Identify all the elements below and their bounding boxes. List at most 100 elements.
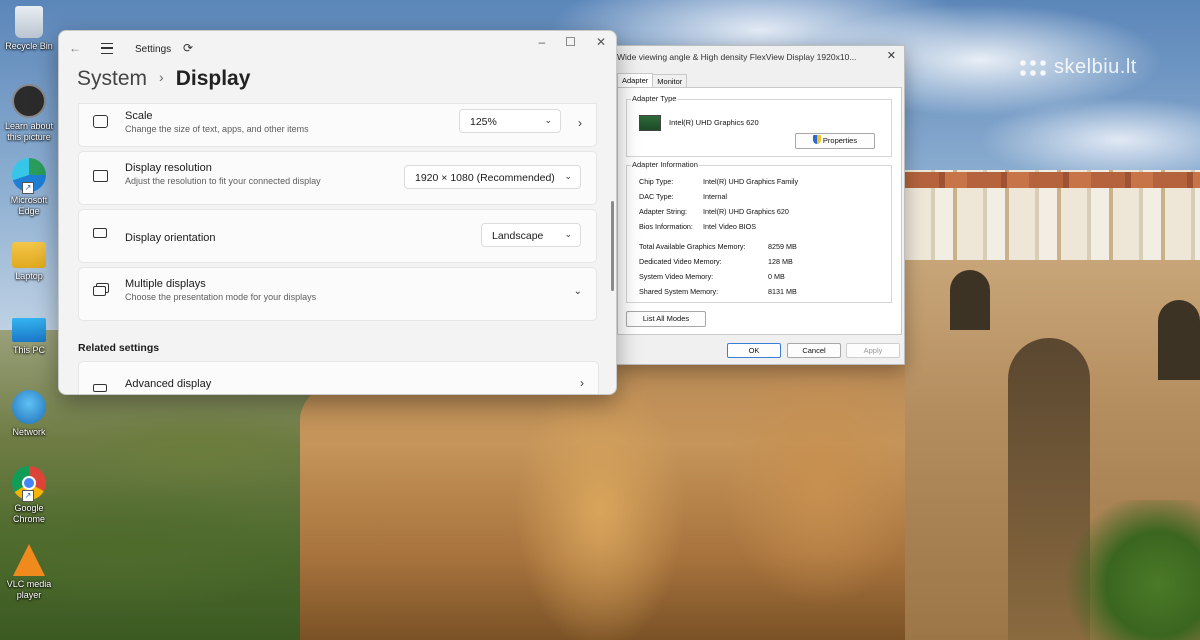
info-key: Bios Information: [639, 222, 693, 231]
maximize-icon[interactable]: ☐ [565, 35, 576, 49]
tab-monitor[interactable]: Monitor [652, 74, 688, 88]
trees [1060, 500, 1200, 640]
dropdown-value: Landscape [492, 230, 544, 242]
setting-advanced-display[interactable]: Advanced display › [78, 361, 599, 394]
setting-display-resolution: Display resolution Adjust the resolution… [78, 151, 597, 205]
group-label: Adapter Type [631, 94, 678, 103]
list-all-modes-button[interactable]: List All Modes [626, 311, 706, 327]
desktop-icon-chrome[interactable]: ↗ Google Chrome [0, 466, 58, 525]
dropdown-value: 1920 × 1080 (Recommended) [415, 172, 555, 184]
chevron-down-icon: ⌄ [544, 115, 552, 125]
setting-title: Multiple displays [125, 278, 206, 290]
setting-multiple-displays[interactable]: Multiple displays Choose the presentatio… [78, 267, 597, 321]
info-value: Intel Video BIOS [703, 222, 757, 231]
chevron-down-icon: ⌄ [573, 286, 582, 297]
info-row: Bios Information: Intel Video BIOS [639, 222, 756, 231]
desktop-icon-this-pc[interactable]: This PC [0, 312, 58, 356]
adapter-panel: Adapter Type Intel(R) UHD Graphics 620 P… [617, 87, 902, 335]
window-controls: – ☐ ✕ [538, 35, 606, 49]
desktop-icon-label: Learn about this picture [4, 121, 54, 142]
memory-key: Dedicated Video Memory: [639, 257, 722, 266]
hamburger-menu-icon[interactable] [101, 43, 113, 54]
info-key: DAC Type: [639, 192, 674, 201]
chevron-down-icon: ⌄ [564, 229, 572, 239]
resolution-dropdown[interactable]: 1920 × 1080 (Recommended) ⌄ [404, 165, 581, 189]
learn-icon [12, 84, 46, 118]
edge-icon: ↗ [12, 158, 46, 194]
shortcut-arrow-icon: ↗ [22, 182, 34, 194]
close-icon[interactable]: ✕ [596, 35, 606, 49]
setting-scale[interactable]: Scale Change the size of text, apps, and… [78, 103, 597, 147]
scale-dropdown[interactable]: 125% ⌄ [459, 109, 561, 133]
chrome-icon: ↗ [12, 466, 46, 502]
resolution-icon [93, 170, 108, 182]
dropdown-value: 125% [470, 116, 497, 128]
desktop-icon-network[interactable]: Network [0, 390, 58, 438]
adapter-type-group: Adapter Type Intel(R) UHD Graphics 620 P… [626, 94, 892, 157]
scrollbar[interactable] [611, 201, 614, 291]
breadcrumb: System › Display [77, 67, 250, 91]
window-title: Settings [135, 44, 172, 55]
monitor-icon [12, 318, 46, 342]
info-value: Intel(R) UHD Graphics Family [703, 177, 799, 186]
memory-key: System Video Memory: [639, 272, 714, 281]
info-row: DAC Type: Internal [639, 192, 727, 201]
desktop-icon-label: VLC media player [6, 579, 52, 600]
desktop-icon-label: Network [12, 427, 46, 437]
memory-row: Shared System Memory: 8131 MB [639, 287, 797, 296]
chevron-right-icon: › [580, 376, 584, 390]
advanced-display-icon [93, 384, 107, 392]
memory-row: System Video Memory: 0 MB [639, 272, 785, 281]
desktop-icon-recycle-bin[interactable]: Recycle Bin [0, 6, 58, 52]
desktop-icon-edge[interactable]: ↗ Microsoft Edge [0, 158, 58, 217]
memory-value: 8259 MB [768, 242, 797, 251]
desktop-icon-label: Microsoft Edge [10, 195, 48, 216]
town-roofs [905, 172, 1200, 188]
shortcut-arrow-icon: ↗ [22, 490, 34, 502]
memory-value: 8131 MB [768, 287, 797, 296]
settings-window: ← Settings ⟳ – ☐ ✕ System › Display Scale … [58, 30, 617, 395]
adapter-properties-dialog: Wide viewing angle & High density FlexVi… [614, 45, 905, 365]
desktop-icon-label: Google Chrome [12, 503, 45, 524]
memory-key: Total Available Graphics Memory: [639, 242, 746, 251]
bridge-window [950, 270, 990, 330]
setting-subtitle: Adjust the resolution to fit your connec… [125, 176, 321, 186]
settings-refresh-icon: ⟳ [183, 41, 194, 55]
memory-value: 128 MB [768, 257, 793, 266]
breadcrumb-system[interactable]: System [77, 67, 147, 90]
breadcrumb-separator-icon: › [159, 69, 164, 85]
cancel-button[interactable]: Cancel [787, 343, 841, 358]
page-title: Display [175, 67, 251, 90]
desktop-icon-label: Laptop [15, 271, 43, 281]
orientation-icon [93, 228, 107, 238]
watermark-text: skelbiu.lt [1054, 56, 1137, 78]
memory-row: Total Available Graphics Memory: 8259 MB [639, 242, 797, 251]
info-row: Chip Type: Intel(R) UHD Graphics Family [639, 177, 798, 186]
ok-button[interactable]: OK [727, 343, 781, 358]
folder-icon [12, 242, 46, 268]
setting-title: Advanced display [125, 378, 212, 390]
desktop-icon-learn[interactable]: Learn about this picture [0, 84, 58, 143]
info-key: Adapter String: [639, 207, 687, 216]
desktop-icon-laptop[interactable]: Laptop [0, 236, 58, 282]
related-settings-heading: Related settings [78, 342, 160, 354]
bridge-window [1158, 300, 1200, 380]
setting-subtitle: Choose the presentation mode for your di… [125, 292, 317, 302]
chevron-right-icon: › [578, 116, 582, 130]
desktop-icon-vlc[interactable]: VLC media player [0, 544, 58, 601]
recycle-bin-icon [15, 6, 43, 38]
minimize-icon[interactable]: – [538, 35, 545, 49]
back-arrow-icon[interactable]: ← [69, 41, 81, 55]
setting-title: Display resolution [125, 162, 212, 174]
orientation-dropdown[interactable]: Landscape ⌄ [481, 223, 581, 247]
setting-title: Scale [125, 110, 153, 122]
apply-button[interactable]: Apply [846, 343, 900, 358]
setting-display-orientation: Display orientation Landscape ⌄ [78, 209, 597, 263]
info-value: Intel(R) UHD Graphics 620 [703, 207, 789, 216]
watermark: skelbiu.lt [1018, 56, 1137, 79]
network-icon [12, 390, 46, 424]
memory-key: Shared System Memory: [639, 287, 719, 296]
properties-button[interactable]: Properties [795, 133, 875, 149]
close-icon[interactable]: ✕ [887, 49, 896, 62]
tab-adapter[interactable]: Adapter [617, 73, 654, 87]
